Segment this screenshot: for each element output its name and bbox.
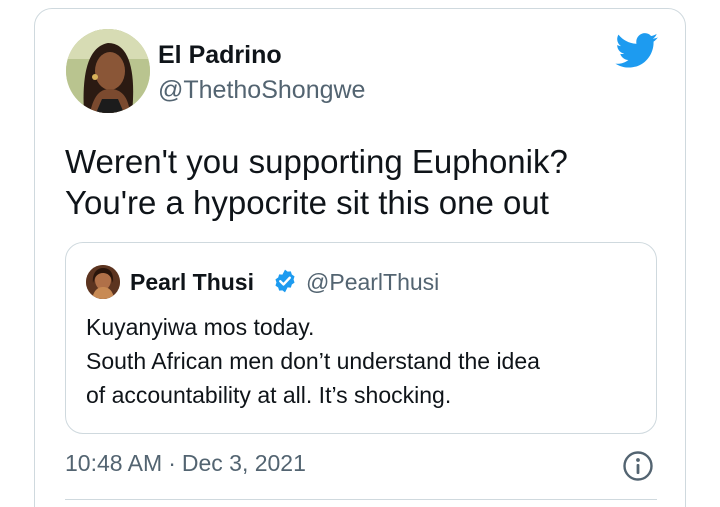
author-handle[interactable]: @ThethoShongwe [158, 76, 365, 105]
quoted-line: of accountability at all. It’s shocking. [86, 382, 452, 408]
quoted-author-handle[interactable]: @PearlThusi [306, 269, 439, 296]
quoted-line: South African men don’t understand the i… [86, 348, 540, 374]
author-name[interactable]: El Padrino [158, 41, 282, 70]
quoted-author-avatar[interactable] [86, 265, 120, 299]
verified-badge-icon [272, 268, 298, 294]
tweet-card[interactable]: El Padrino @ThethoShongwe Weren't you su… [34, 8, 686, 507]
twitter-bird-icon[interactable] [615, 33, 659, 69]
tweet-line: Weren't you supporting Euphonik? [65, 143, 568, 180]
quoted-line: Kuyanyiwa mos today. [86, 314, 315, 340]
info-icon[interactable] [622, 450, 654, 482]
tweet-date[interactable]: Dec 3, 2021 [182, 450, 306, 476]
timestamp-separator: · [168, 450, 176, 476]
quoted-tweet[interactable]: Pearl Thusi @PearlThusi Kuyanyiwa mos to… [65, 242, 657, 434]
tweet-time[interactable]: 10:48 AM [65, 450, 162, 476]
tweet-text: Weren't you supporting Euphonik? You're … [65, 141, 665, 223]
divider [65, 499, 657, 500]
quoted-tweet-text: Kuyanyiwa mos today. South African men d… [86, 310, 646, 412]
author-avatar[interactable] [66, 29, 150, 113]
quoted-author-name[interactable]: Pearl Thusi [130, 269, 254, 296]
tweet-timestamp[interactable]: 10:48 AM · Dec 3, 2021 [65, 450, 306, 477]
tweet-line: You're a hypocrite sit this one out [65, 184, 549, 221]
